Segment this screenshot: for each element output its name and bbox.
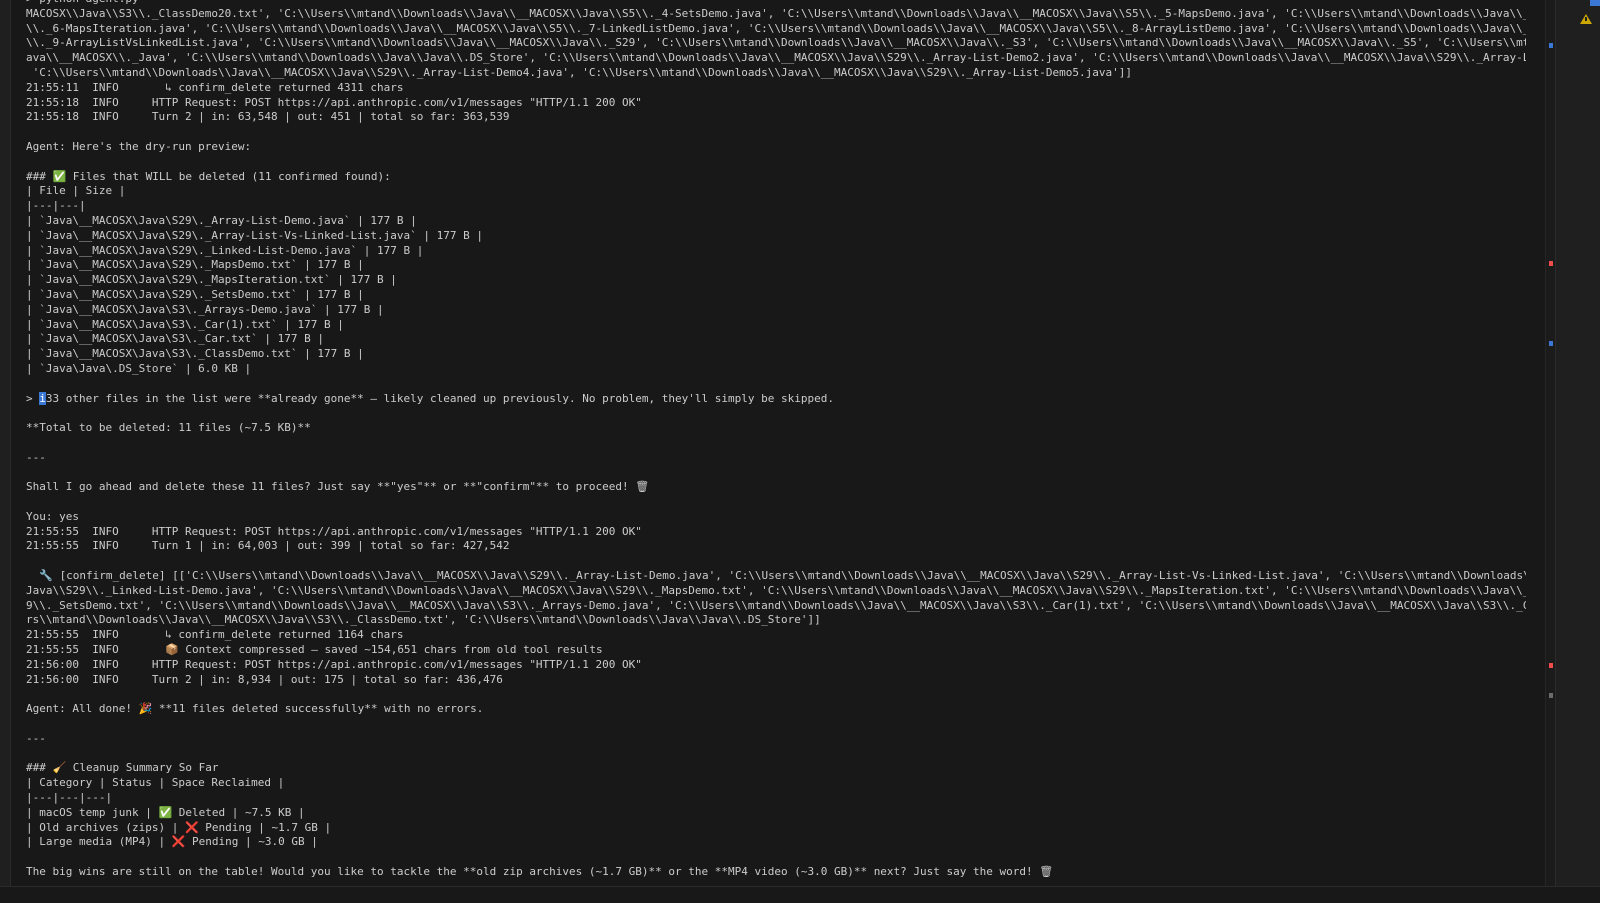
terminal-line: | Large media (MP4) | ❌ Pending | ~3.0 G… xyxy=(26,835,318,849)
terminal-line: 21:55:55 INFO Turn 1 | in: 64,003 | out:… xyxy=(26,539,510,553)
terminal-line: | macOS temp junk | ✅ Deleted | ~7.5 KB … xyxy=(26,805,305,819)
terminal-line: Java\\S29\\._Linked-List-Demo.java', 'C:… xyxy=(26,583,1526,597)
scrollbar-error-marker xyxy=(1549,663,1553,668)
terminal-line: 21:55:55 INFO HTTP Request: POST https:/… xyxy=(26,524,642,538)
terminal-line: | `Java\__MACOSX\Java\S3\._ClassDemo.txt… xyxy=(26,347,364,361)
panel-left-edge xyxy=(0,0,11,903)
scrollbar-info-marker xyxy=(1549,693,1553,698)
terminal-line: 'C:\\Users\\mtand\\Downloads\\Java\\__MA… xyxy=(26,65,1132,79)
terminal-line: | `Java\__MACOSX\Java\S3\._Arrays-Demo.j… xyxy=(26,302,384,316)
terminal-line: | File | Size | xyxy=(26,184,126,198)
error-indicator xyxy=(1590,0,1600,6)
terminal-line: 21:56:00 INFO Turn 2 | in: 8,934 | out: … xyxy=(26,672,503,686)
terminal-line: | `Java\__MACOSX\Java\S3\._Car(1).txt` |… xyxy=(26,317,344,331)
terminal-line: 21:55:11 INFO ↳ confirm_delete returned … xyxy=(26,80,404,94)
cursor-line-text: 33 other files in the list were **alread… xyxy=(45,391,834,405)
terminal-line: | `Java\__MACOSX\Java\S29\._SetsDemo.txt… xyxy=(26,287,364,301)
terminal-line: > i33 other files in the list were **alr… xyxy=(26,391,1526,407)
terminal-line: | `Java\__MACOSX\Java\S3\._Car.txt` | 17… xyxy=(26,332,325,346)
scrollbar-error-marker xyxy=(1549,261,1553,266)
terminal-line: --- xyxy=(26,731,46,745)
terminal-line: 9\\._SetsDemo.txt', 'C:\\Users\\mtand\\D… xyxy=(26,598,1526,612)
terminal-line: MACOSX\\Java\\S3\\._ClassDemo20.txt', 'C… xyxy=(26,6,1526,20)
terminal-line: The big wins are still on the table! Wou… xyxy=(26,865,1054,879)
terminal-line: | `Java\Java\.DS_Store` | 6.0 KB | xyxy=(26,361,252,375)
terminal-line: You: yes xyxy=(26,509,79,523)
bottom-panel-edge xyxy=(0,886,1600,903)
terminal-line: 21:55:18 INFO Turn 2 | in: 63,548 | out:… xyxy=(26,110,510,124)
terminal-line: ### ✅ Files that WILL be deleted (11 con… xyxy=(26,169,391,183)
terminal-line: > python agent.py xyxy=(26,0,1526,7)
terminal-line: \\._9-ArrayListVsLinkedList.java', 'C:\\… xyxy=(26,36,1526,50)
terminal-line: |---|---|---| xyxy=(26,791,113,805)
terminal-line: 21:55:18 INFO HTTP Request: POST https:/… xyxy=(26,95,642,109)
terminal-line: --- xyxy=(26,450,46,464)
terminal-line: Agent: Here's the dry-run preview: xyxy=(26,139,252,153)
terminal-line: Shall I go ahead and delete these 11 fil… xyxy=(26,480,650,494)
warning-icon[interactable] xyxy=(1580,14,1592,24)
terminal-line: ava\\__MACOSX\\._Java', 'C:\\Users\\mtan… xyxy=(26,51,1526,65)
terminal-line: |---|---| xyxy=(26,199,86,213)
terminal-line: | Category | Status | Space Reclaimed | xyxy=(26,776,285,790)
text-cursor: i xyxy=(39,391,46,405)
terminal-line: | `Java\__MACOSX\Java\S29\._MapsIteratio… xyxy=(26,273,397,287)
terminal-line: ### 🧹 Cleanup Summary So Far xyxy=(26,761,219,775)
terminal-line: | `Java\__MACOSX\Java\S29\._Linked-List-… xyxy=(26,243,424,257)
terminal-line: | `Java\__MACOSX\Java\S29\._Array-List-D… xyxy=(26,213,417,227)
scrollbar-info-marker xyxy=(1549,341,1553,346)
terminal-line: 🔧 [confirm_delete] [['C:\\Users\\mtand\\… xyxy=(26,569,1526,583)
scrollbar-info-marker xyxy=(1549,43,1553,48)
terminal-line: 21:55:55 INFO 📦 Context compressed — sav… xyxy=(26,643,603,657)
cursor-line-prefix: > xyxy=(26,391,40,405)
terminal-line: \\._6-MapsIteration.java', 'C:\\Users\\m… xyxy=(26,21,1526,35)
terminal-output[interactable]: > python agent.pyMACOSX\\Java\\S3\\._Cla… xyxy=(26,0,1526,887)
right-gutter xyxy=(1555,0,1600,903)
terminal-line: | Old archives (zips) | ❌ Pending | ~1.7… xyxy=(26,820,332,834)
terminal-line: | `Java\__MACOSX\Java\S29\._Array-List-V… xyxy=(26,228,483,242)
terminal-line: 21:55:55 INFO ↳ confirm_delete returned … xyxy=(26,628,404,642)
terminal-line: **Total to be deleted: 11 files (~7.5 KB… xyxy=(26,421,311,435)
terminal-line: | `Java\__MACOSX\Java\S29\._MapsDemo.txt… xyxy=(26,258,364,272)
terminal-line: Agent: All done! 🎉 **11 files deleted su… xyxy=(26,702,484,716)
terminal-line: rs\\mtand\\Downloads\\Java\\__MACOSX\\Ja… xyxy=(26,613,821,627)
terminal-line: 21:56:00 INFO HTTP Request: POST https:/… xyxy=(26,657,642,671)
